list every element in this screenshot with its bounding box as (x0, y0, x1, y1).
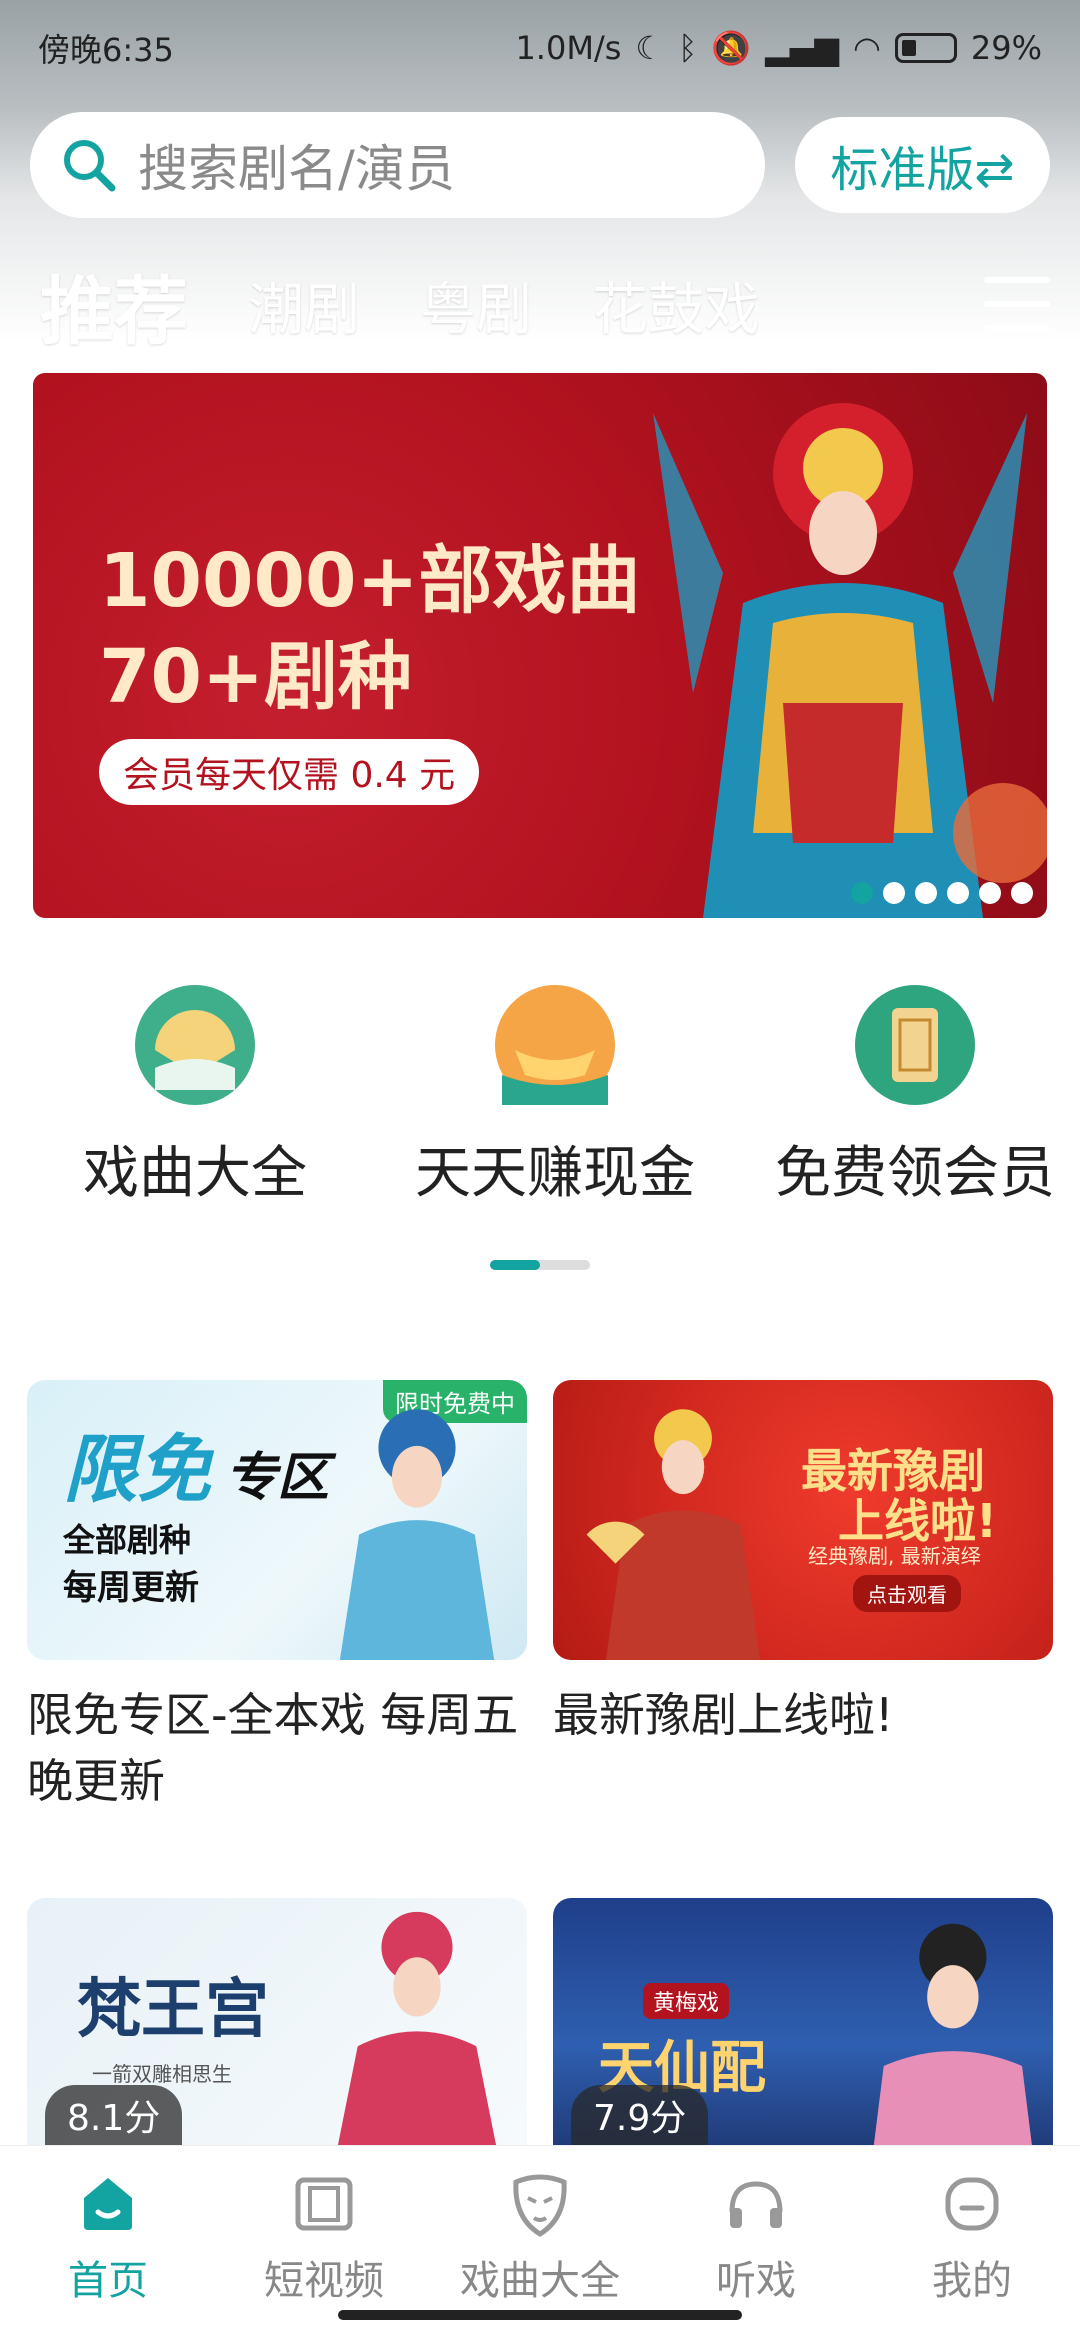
nav-short-video[interactable]: 短视频 (224, 2168, 424, 2306)
tab-chaoju[interactable]: 潮剧 (248, 265, 360, 346)
mute-bell-icon: 🔕 (711, 29, 752, 67)
card-subtitle: 全部剧种 (63, 1521, 192, 1559)
carousel-dot[interactable] (979, 882, 1001, 904)
score-badge: 7.9分 (571, 2085, 709, 2145)
search-icon (64, 140, 116, 192)
net-speed: 1.0M/s (515, 29, 622, 67)
battery-icon (894, 33, 957, 63)
opera-performer-image (339, 1409, 495, 1660)
banner-line1: 10000+部戏曲 (99, 538, 641, 624)
opera-performer-image (337, 1911, 497, 2145)
card-headline: 限免 专区 (63, 1410, 329, 1517)
card-image: 最新豫剧 上线啦! 经典豫剧, 最新演绎 点击观看 (553, 1380, 1053, 1660)
search-row: 搜索剧名/演员 标准版⇄ (30, 112, 1050, 218)
carousel-dot[interactable] (1011, 882, 1033, 904)
nav-label: 戏曲大全 (460, 2258, 620, 2304)
moon-icon: ☾ (635, 29, 665, 67)
banner-line2: 70+剧种 (99, 634, 412, 720)
carousel-dot[interactable] (851, 882, 873, 904)
search-input[interactable]: 搜索剧名/演员 (30, 112, 765, 218)
promo-banner[interactable]: 10000+部戏曲 70+剧种 会员每天仅需 0.4 元 (33, 373, 1047, 918)
headphones-icon (729, 2181, 783, 2228)
signal-icon: ▂▄▆ (765, 29, 839, 67)
quick-entry-opera-all[interactable]: 戏曲大全 (45, 980, 345, 1209)
quick-entry-label: 免费领会员 (775, 1141, 1055, 1206)
quick-entries: 戏曲大全 天天赚现金 免费领会员 (0, 980, 1080, 1240)
opera-mask-icon (513, 2174, 567, 2237)
bluetooth-icon: ᛒ (678, 29, 698, 67)
category-tabs: 推荐 潮剧 粤剧 花鼓戏 (40, 255, 1050, 373)
score-badge: 8.1分 (45, 2085, 183, 2145)
nav-profile[interactable]: 我的 (872, 2168, 1072, 2306)
content-card-free-zone[interactable]: 限时免费中 限免 专区 全部剧种 每周更新 限免专区-全本戏 每周五晚更新 (27, 1380, 527, 1814)
status-icons: 1.0M/s ☾ ᛒ 🔕 ▂▄▆ ◠ 29% (515, 29, 1042, 67)
card-headline-small: 专区 (225, 1448, 330, 1508)
carousel-dots (851, 882, 1033, 904)
opera-performer-image (586, 1409, 761, 1660)
fan-icon (135, 985, 255, 1105)
card-subtitle: 经典豫剧, 最新演绎 (808, 1544, 981, 1568)
card-subtitle: 一箭双雕相思生 (92, 2062, 232, 2086)
quick-entry-label: 戏曲大全 (83, 1141, 307, 1206)
card-headline-big: 梵王宫 (77, 1972, 269, 2047)
opera-performer-image (873, 1923, 1032, 2145)
vip-scroll-icon (855, 985, 975, 1105)
nav-label: 听戏 (716, 2258, 796, 2304)
nav-label: 我的 (932, 2258, 1012, 2304)
card-image: 梵王宫 一箭双雕相思生 8.1分 (27, 1898, 527, 2145)
quick-entries-page-indicator (490, 1260, 590, 1270)
carousel-dot[interactable] (883, 882, 905, 904)
content-card-tianxianpei[interactable]: 黄梅戏 天仙配 7.9分 (553, 1898, 1053, 2145)
tab-recommend[interactable]: 推荐 (40, 252, 188, 373)
card-title: 最新豫剧上线啦! (553, 1688, 894, 1742)
tab-huaguxi[interactable]: 花鼓戏 (592, 265, 760, 346)
card-subtitle: 每周更新 (63, 1568, 199, 1608)
content-card-yuju[interactable]: 最新豫剧 上线啦! 经典豫剧, 最新演绎 点击观看 最新豫剧上线啦! (553, 1380, 1053, 1748)
nav-opera-all[interactable]: 戏曲大全 (440, 2168, 640, 2306)
banner-pill: 会员每天仅需 0.4 元 (99, 739, 480, 805)
quick-entry-label: 天天赚现金 (415, 1141, 695, 1206)
banner-title: 10000+部戏曲 70+剧种 (99, 533, 640, 725)
card-headline-big: 限免 (63, 1427, 211, 1513)
card-image: 黄梅戏 天仙配 7.9分 (553, 1898, 1053, 2145)
card-image: 限时免费中 限免 专区 全部剧种 每周更新 (27, 1380, 527, 1660)
quick-entry-earn-cash[interactable]: 天天赚现金 (405, 980, 705, 1209)
menu-icon[interactable] (984, 277, 1050, 333)
search-placeholder: 搜索剧名/演员 (138, 140, 455, 198)
nav-label: 首页 (68, 2258, 148, 2304)
edition-switch-button[interactable]: 标准版⇄ (795, 117, 1050, 213)
profile-icon (945, 2177, 999, 2231)
card-cta: 点击观看 (853, 1575, 961, 1612)
short-video-icon (295, 2177, 353, 2231)
wifi-icon: ◠ (852, 29, 881, 67)
carousel-dot[interactable] (947, 882, 969, 904)
status-time: 傍晚6:35 (38, 31, 174, 69)
quick-entry-free-vip[interactable]: 免费领会员 (765, 980, 1065, 1209)
nav-home[interactable]: 首页 (8, 2168, 208, 2306)
card-tag: 黄梅戏 (643, 1983, 730, 2019)
battery-percent: 29% (970, 29, 1042, 67)
carousel-dot[interactable] (915, 882, 937, 904)
home-icon (84, 2178, 132, 2230)
nav-listen[interactable]: 听戏 (656, 2168, 856, 2306)
system-home-indicator[interactable] (338, 2310, 742, 2320)
opera-performer-image (653, 403, 1047, 918)
content-card-fanwanggong[interactable]: 梵王宫 一箭双雕相思生 8.1分 (27, 1898, 527, 2145)
tab-yueju[interactable]: 粤剧 (420, 265, 532, 346)
gold-ingot-icon (495, 985, 615, 1105)
card-title: 限免专区-全本戏 每周五晚更新 (27, 1688, 519, 1808)
nav-label: 短视频 (264, 2258, 384, 2304)
status-bar: 傍晚6:35 1.0M/s ☾ ᛒ 🔕 ▂▄▆ ◠ 29% (0, 0, 1080, 96)
